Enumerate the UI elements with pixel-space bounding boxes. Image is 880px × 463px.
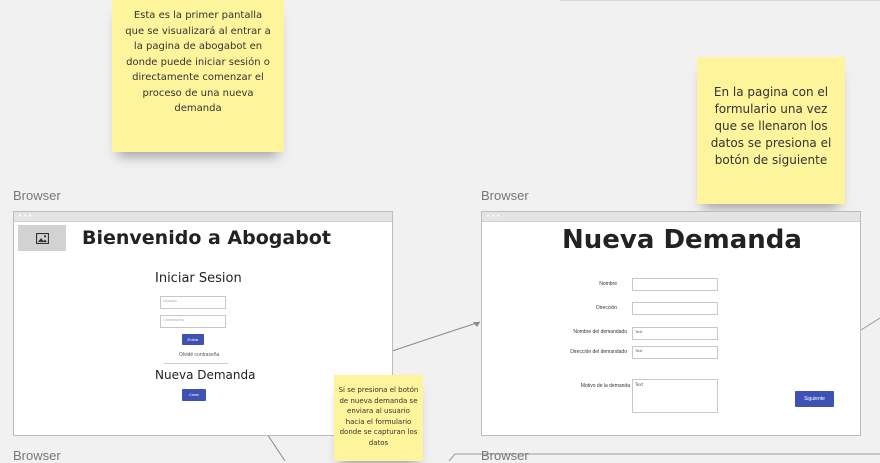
field-label-direccion: Dirección <box>596 305 617 311</box>
image-icon <box>35 232 49 244</box>
divider <box>164 363 228 364</box>
sticky-note-intro[interactable]: Esta es la primer pantalla que se visual… <box>112 0 284 152</box>
sticky-note-form[interactable]: En la pagina con el formulario una vez q… <box>697 57 845 204</box>
connector-arrowhead <box>473 322 480 327</box>
connector-right-edge <box>860 317 880 331</box>
direccion-input[interactable] <box>632 302 718 315</box>
login-button[interactable]: Entrar <box>182 334 204 345</box>
nombre-input[interactable] <box>632 278 718 291</box>
field-label-nombre-demandado: Nombre del demandado <box>573 329 627 335</box>
browser-title-bar: ••• <box>14 212 392 222</box>
image-placeholder <box>18 225 66 251</box>
sticky-note-form-text: En la pagina con el formulario una vez q… <box>710 85 832 167</box>
form-title: Nueva Demanda <box>562 225 802 255</box>
direccion-demandado-input[interactable]: Text <box>632 346 718 359</box>
sticky-note-new-demand[interactable]: Si se presiona el botón de nueva demanda… <box>334 375 423 461</box>
next-button[interactable]: Siguiente <box>795 391 834 407</box>
field-label-direccion-demandado: Dirección del demandado <box>570 349 627 355</box>
browser-label-2: Browser <box>481 188 529 203</box>
field-label-motivo: Motivo de la demanda <box>580 383 630 389</box>
forgot-password-link[interactable]: Olvidé contraseña <box>179 352 219 358</box>
nombre-demandado-input[interactable]: Text <box>632 327 718 340</box>
login-heading: Iniciar Sesion <box>155 271 242 286</box>
welcome-title: Bienvenido a Abogabot <box>82 227 331 249</box>
username-field[interactable]: Usuario <box>160 296 226 309</box>
new-demand-button[interactable]: Crear <box>182 389 206 401</box>
sticky-note-new-demand-text: Si se presiona el botón de nueva demanda… <box>338 386 419 447</box>
browser-window-form: ••• Nueva Demanda Nombre Dirección Nombr… <box>481 211 861 436</box>
browser-title-bar: ••• <box>482 212 860 222</box>
motivo-textarea[interactable]: Text <box>632 379 718 413</box>
sticky-note-intro-text: Esta es la primer pantalla que se visual… <box>125 10 271 114</box>
field-label-nombre: Nombre <box>599 281 617 287</box>
password-field[interactable]: Contraseña <box>160 315 226 328</box>
new-demand-heading: Nueva Demanda <box>155 368 256 382</box>
browser-label-1: Browser <box>13 188 61 203</box>
